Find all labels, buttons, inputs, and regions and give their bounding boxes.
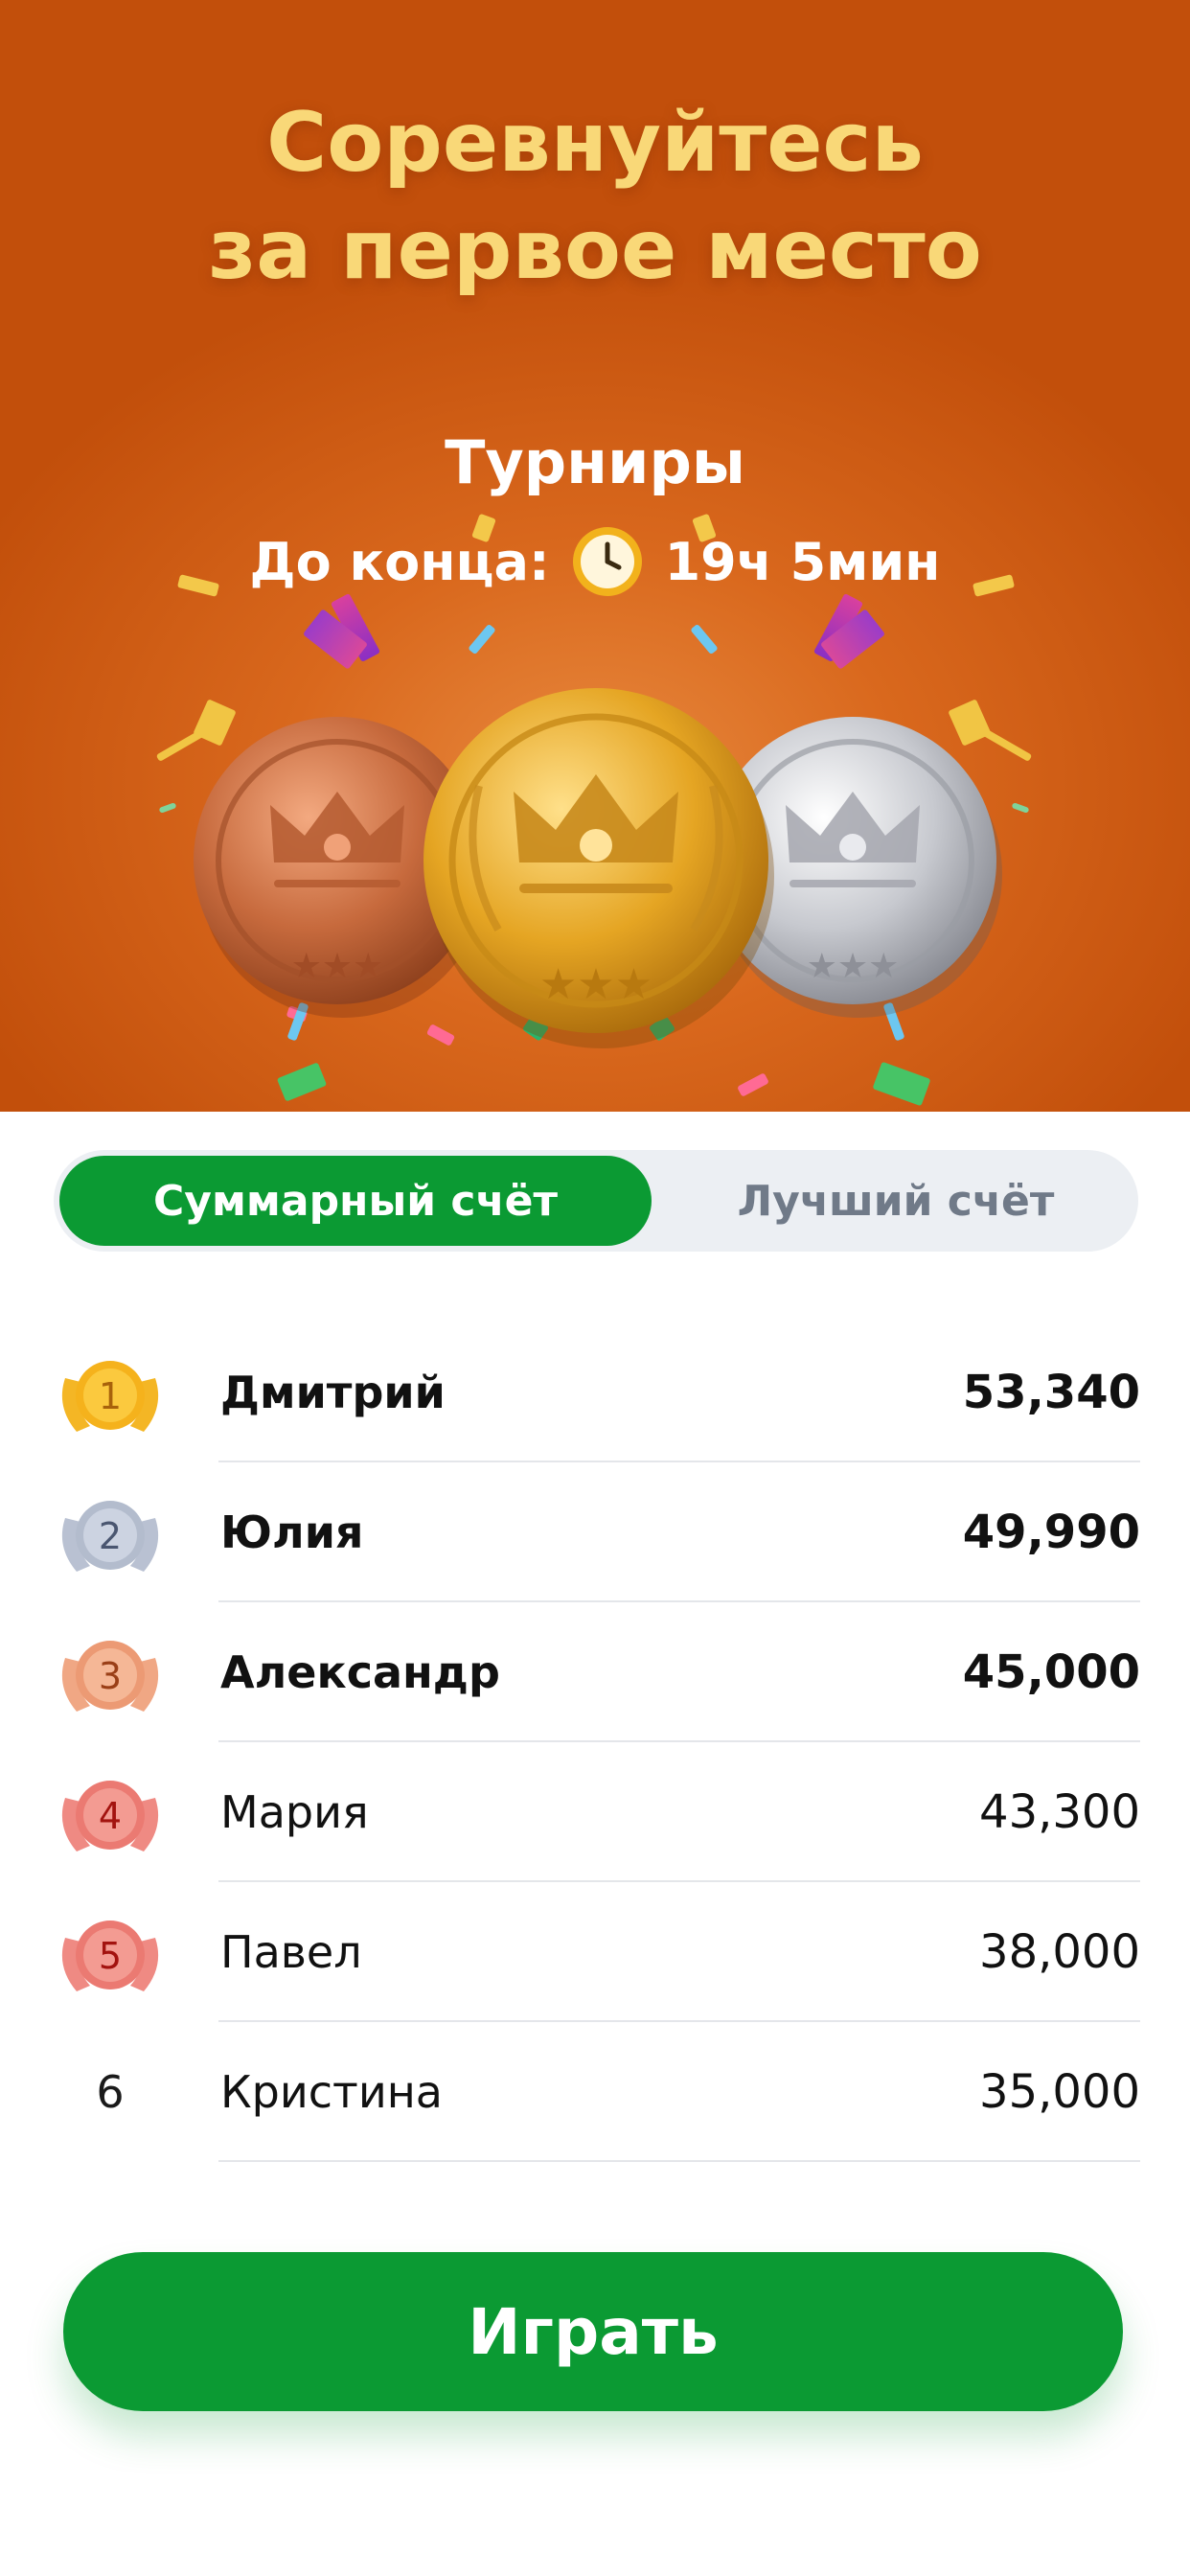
leaderboard-row[interactable]: 5 Павел 38,000 xyxy=(0,1882,1190,2022)
player-name: Александр xyxy=(220,1646,500,1698)
red-rank-badge-icon: 4 xyxy=(61,1781,159,1852)
bronze-rank-badge-icon: 3 xyxy=(61,1641,159,1712)
rank-number: 5 xyxy=(99,1935,122,1977)
svg-text:★★★: ★★★ xyxy=(807,947,900,986)
svg-text:★★★: ★★★ xyxy=(539,960,652,1009)
clock-icon xyxy=(571,525,644,598)
player-score: 35,000 xyxy=(979,2065,1140,2119)
tab-best-score[interactable]: Лучший счёт xyxy=(653,1150,1138,1252)
leaderboard-row[interactable]: 3 Александр 45,000 xyxy=(0,1602,1190,1742)
timer-value: 19ч 5мин xyxy=(664,531,941,592)
gold-medal-icon: ★★★ xyxy=(423,688,774,1048)
timer-label: До конца: xyxy=(249,531,550,592)
rank-number: 4 xyxy=(99,1795,122,1837)
player-score: 43,300 xyxy=(979,1785,1140,1839)
gold-rank-badge-icon: 1 xyxy=(61,1361,159,1432)
player-score: 49,990 xyxy=(962,1506,1140,1559)
play-button[interactable]: Играть xyxy=(63,2252,1123,2411)
player-name: Юлия xyxy=(220,1506,364,1558)
tournament-hero: ★★★ ★★★ ★★★ Соревнуйтесь за первое место… xyxy=(0,0,1190,1112)
player-score: 53,340 xyxy=(962,1366,1140,1419)
row-divider xyxy=(218,2160,1140,2162)
rank-number: 3 xyxy=(99,1655,122,1697)
red-rank-badge-icon: 5 xyxy=(61,1920,159,1991)
rank-number: 2 xyxy=(99,1515,122,1557)
hero-title-line1: Соревнуйтесь xyxy=(266,95,924,191)
player-score: 38,000 xyxy=(979,1925,1140,1979)
player-name: Павел xyxy=(220,1926,362,1978)
rank-number: 6 xyxy=(96,2066,125,2118)
hero-title-line2: за первое место xyxy=(208,202,982,298)
player-score: 45,000 xyxy=(962,1645,1140,1699)
tournaments-label: Турниры xyxy=(445,427,745,497)
tab-total-score[interactable]: Суммарный счёт xyxy=(59,1156,652,1246)
tournament-timer: До конца: 19ч 5мин xyxy=(0,525,1190,598)
leaderboard-row[interactable]: 4 Мария 43,300 xyxy=(0,1742,1190,1882)
score-type-tabs: Суммарный счёт Лучший счёт xyxy=(54,1150,1138,1252)
leaderboard-row[interactable]: 1 Дмитрий 53,340 xyxy=(0,1322,1190,1462)
svg-text:★★★: ★★★ xyxy=(291,947,384,986)
player-name: Кристина xyxy=(220,2066,443,2118)
silver-rank-badge-icon: 2 xyxy=(61,1501,159,1572)
player-name: Дмитрий xyxy=(220,1367,446,1418)
leaderboard-row[interactable]: 2 Юлия 49,990 xyxy=(0,1462,1190,1602)
rank-number: 1 xyxy=(99,1375,122,1417)
player-name: Мария xyxy=(220,1786,369,1838)
leaderboard-row[interactable]: 6 Кристина 35,000 xyxy=(0,2022,1190,2162)
